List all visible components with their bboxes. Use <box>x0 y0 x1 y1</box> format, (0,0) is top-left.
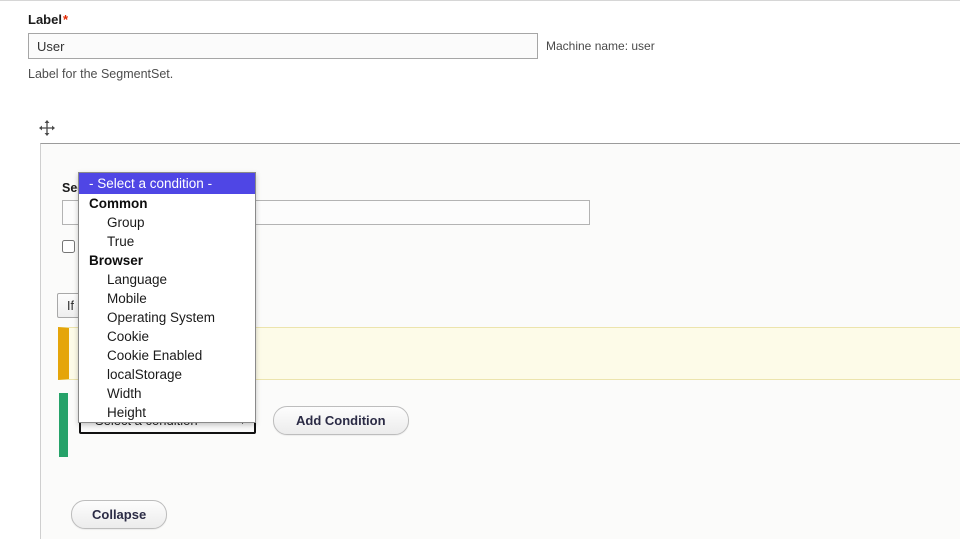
label-field-group: Label* Machine name: user Label for the … <box>28 11 728 82</box>
dropdown-option[interactable]: Cookie Enabled <box>79 346 255 365</box>
label-field-title: Label* <box>28 11 728 28</box>
label-field-description: Label for the SegmentSet. <box>28 67 174 81</box>
required-asterisk: * <box>62 12 69 27</box>
dropdown-group-label: Common <box>89 196 148 211</box>
dropdown-option[interactable]: localStorage <box>79 365 255 384</box>
machine-name-text: Machine name: user <box>546 39 655 53</box>
dropdown-option[interactable]: Group <box>79 213 255 232</box>
label-input-row: Machine name: user <box>28 33 728 59</box>
dropdown-options-container: Common Group True Browser Language Mobile Oper… <box>79 194 255 422</box>
top-divider <box>0 0 960 1</box>
dropdown-group-label: Browser <box>89 253 144 268</box>
dropdown-option[interactable]: Language <box>79 270 255 289</box>
dropdown-option[interactable]: Operating System <box>79 308 255 327</box>
dropdown-option[interactable]: Mobile <box>79 289 255 308</box>
dropdown-option-selected[interactable]: - Select a condition - <box>79 173 255 194</box>
label-field-title-text: Label <box>28 12 62 27</box>
collapse-button-wrap: Collapse <box>71 500 168 529</box>
collapse-button[interactable]: Collapse <box>71 500 168 529</box>
condition-dropdown-list[interactable]: - Select a condition - Common Group True Br… <box>78 172 256 423</box>
dropdown-option[interactable]: True <box>79 232 255 251</box>
dropdown-option[interactable]: Width <box>79 384 255 403</box>
dropdown-option[interactable]: Cookie <box>79 327 255 346</box>
move-icon[interactable] <box>38 119 56 137</box>
dropdown-option[interactable]: Height <box>79 403 255 422</box>
segment-negate-checkbox[interactable] <box>62 240 75 253</box>
page-root: Label* Machine name: user Label for the … <box>0 0 960 539</box>
label-input[interactable] <box>28 33 538 59</box>
status-indicator-bar <box>59 393 68 457</box>
add-condition-button[interactable]: Add Condition <box>273 406 409 435</box>
